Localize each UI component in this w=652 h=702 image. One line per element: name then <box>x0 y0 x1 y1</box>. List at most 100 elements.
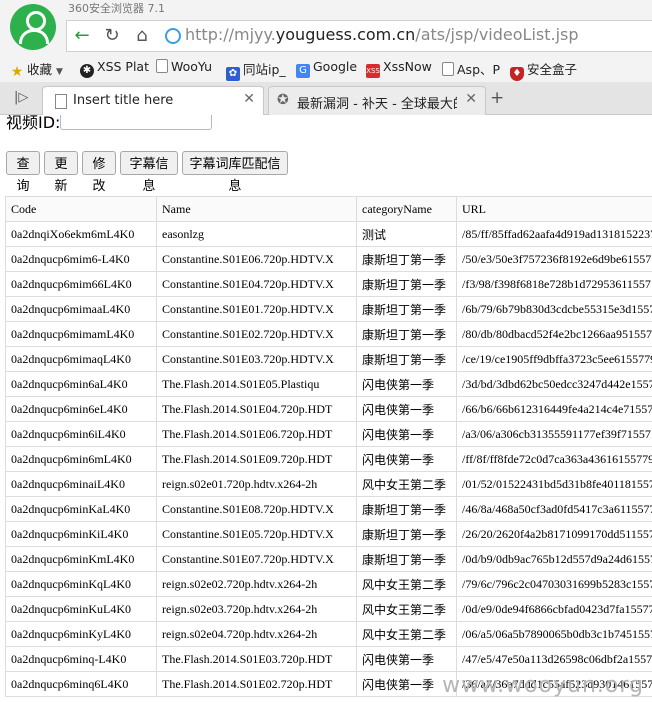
cell-category: 风中女王第二季 <box>356 571 457 597</box>
cell-name: Constantine.S01E04.720p.HDTV.X <box>156 271 357 297</box>
video-id-label: 视频ID: <box>6 115 61 132</box>
cell-name: The.Flash.2014.S01E04.720p.HDT <box>156 396 357 422</box>
table-row[interactable]: 0a2dnqucp6minKmL4K0 Constantine.S01E07.72… <box>5 546 652 572</box>
cell-url: /a3/06/a306cb31355591177ef39f71557 <box>456 421 652 447</box>
column-header-name: Name <box>156 196 357 222</box>
tab-butian[interactable]: ✪ 最新漏洞 - 补天 - 全球最大的漏 ✕ <box>268 86 486 115</box>
table-row[interactable]: 0a2dnqucp6mim66L4K0 Constantine.S01E04.72… <box>5 271 652 297</box>
watermark: www.wooyun.org <box>442 673 644 698</box>
sidebar-toggle-icon[interactable]: |▷ <box>14 90 28 105</box>
video-id-input[interactable] <box>60 115 212 130</box>
home-icon[interactable]: ⌂ <box>131 25 153 47</box>
cell-name: Constantine.S01E06.720p.HDTV.X <box>156 246 357 272</box>
cell-category: 康斯坦丁第一季 <box>356 321 457 347</box>
close-icon[interactable]: ✕ <box>465 91 477 107</box>
table-row[interactable]: 0a2dnqucp6mim6-L4K0 Constantine.S01E06.72… <box>5 246 652 272</box>
page-icon <box>156 59 168 73</box>
cell-code: 0a2dnqucp6mimamL4K0 <box>5 321 157 347</box>
cell-category: 闪电侠第一季 <box>356 396 457 422</box>
bookmark-google[interactable]: G Google <box>296 59 357 78</box>
table-row[interactable]: 0a2dnqucp6min6mL4K0 The.Flash.2014.S01E09… <box>5 446 652 472</box>
table-row[interactable]: 0a2dnqucp6minaiL4K0 reign.s02e01.720p.hdt… <box>5 471 652 497</box>
table-row[interactable]: 0a2dnqucp6minq-L4K0 The.Flash.2014.S01E03… <box>5 646 652 672</box>
cell-code: 0a2dnqucp6min6aL4K0 <box>5 371 157 397</box>
cell-url: /80/db/80dbacd52f4e2bc1266aa951557 <box>456 321 652 347</box>
user-avatar-icon[interactable] <box>10 4 56 50</box>
subtitle-info-button[interactable]: 字幕信息 <box>120 151 178 193</box>
cell-code: 0a2dnqucp6minKyL4K0 <box>5 621 157 647</box>
app-title: 360安全浏览器 7.1 <box>68 2 165 15</box>
cell-url: /46/8a/468a50cf3ad0fd5417c3a6115577 <box>456 496 652 522</box>
table-row[interactable]: 0a2dnqucp6mimaaL4K0 Constantine.S01E01.72… <box>5 296 652 322</box>
table-row[interactable]: 0a2dnqucp6min6iL4K0 The.Flash.2014.S01E06… <box>5 421 652 447</box>
video-table: Code Name categoryName URL 0a2dnqiXo6ekm… <box>5 196 652 697</box>
bookmark-asp[interactable]: Asp、P <box>442 59 500 78</box>
shield-icon: ♦ <box>510 67 524 81</box>
cell-url: /06/a5/06a5b7890065b0db3c1b7451557 <box>456 621 652 647</box>
close-icon[interactable]: ✕ <box>243 91 255 107</box>
table-row[interactable]: 0a2dnqucp6mimaqL4K0 Constantine.S01E03.72… <box>5 346 652 372</box>
cell-code: 0a2dnqucp6minaiL4K0 <box>5 471 157 497</box>
cell-url: /0d/b9/0db9ac765b12d557d9a24d61557 <box>456 546 652 572</box>
cell-url: /26/20/2620f4a2b8171099170dd511557 <box>456 521 652 547</box>
cell-code: 0a2dnqucp6minKiL4K0 <box>5 521 157 547</box>
tab-insert-title[interactable]: Insert title here ✕ <box>42 86 264 115</box>
cell-code: 0a2dnqiXo6ekm6mL4K0 <box>5 221 157 247</box>
paw-icon: ✿ <box>226 67 240 81</box>
back-arrow-icon[interactable]: ← <box>71 25 93 47</box>
xss-icon: XSS <box>366 64 380 78</box>
cell-code: 0a2dnqucp6min6eL4K0 <box>5 396 157 422</box>
url-input[interactable]: http://mjyy.youguess.com.cn/ats/jsp/vide… <box>185 25 579 44</box>
cell-category: 康斯坦丁第一季 <box>356 246 457 272</box>
cell-code: 0a2dnqucp6min6iL4K0 <box>5 421 157 447</box>
cell-category: 闪电侠第一季 <box>356 421 457 447</box>
table-row[interactable]: 0a2dnqucp6minKuL4K0 reign.s02e03.720p.hdt… <box>5 596 652 622</box>
bookmark-same-site-ip[interactable]: ✿ 同站ip_ <box>226 59 286 81</box>
bookmark-wooyu[interactable]: WooYu <box>156 59 212 74</box>
cell-code: 0a2dnqucp6minq6L4K0 <box>5 671 157 697</box>
cell-category: 康斯坦丁第一季 <box>356 546 457 572</box>
cell-code: 0a2dnqucp6minKqL4K0 <box>5 571 157 597</box>
cell-category: 测试 <box>356 221 457 247</box>
gear-icon: ✪ <box>277 92 289 108</box>
cell-code: 0a2dnqucp6mimaaL4K0 <box>5 296 157 322</box>
new-tab-button[interactable]: + <box>490 88 504 108</box>
cell-code: 0a2dnqucp6mim66L4K0 <box>5 271 157 297</box>
bookmarks-bar: ★ 收藏 ▼ ✱ XSS Plat WooYu ✿ 同站ip_ G Google XSS… <box>0 52 652 82</box>
table-row[interactable]: 0a2dnqucp6mimamL4K0 Constantine.S01E02.72… <box>5 321 652 347</box>
modify-button[interactable]: 修改 <box>82 151 116 193</box>
cell-name: The.Flash.2014.S01E02.720p.HDT <box>156 671 357 697</box>
table-row[interactable]: 0a2dnqucp6minKaL4K0 Constantine.S01E08.72… <box>5 496 652 522</box>
cell-category: 闪电侠第一季 <box>356 446 457 472</box>
bookmark-xss-plat[interactable]: ✱ XSS Plat <box>80 59 149 78</box>
cell-category: 康斯坦丁第一季 <box>356 496 457 522</box>
column-header-url: URL <box>456 196 652 222</box>
cell-code: 0a2dnqucp6minq-L4K0 <box>5 646 157 672</box>
table-row[interactable]: 0a2dnqucp6minKyL4K0 reign.s02e04.720p.hdt… <box>5 621 652 647</box>
update-button[interactable]: 更新 <box>44 151 78 193</box>
cell-name: reign.s02e02.720p.hdtv.x264-2h <box>156 571 357 597</box>
address-bar: ← ↻ ⌂ http://mjyy.youguess.com.cn/ats/js… <box>66 20 652 52</box>
cell-name: Constantine.S01E05.720p.HDTV.X <box>156 521 357 547</box>
bookmark-security-box[interactable]: ♦ 安全盒子 <box>510 59 577 81</box>
column-header-category: categoryName <box>356 196 457 222</box>
cell-name: easonlzg <box>156 221 357 247</box>
table-header-row: Code Name categoryName URL <box>5 196 652 222</box>
table-row[interactable]: 0a2dnqiXo6ekm6mL4K0 easonlzg 测试/85/ff/85ff… <box>5 221 652 247</box>
table-row[interactable]: 0a2dnqucp6minKqL4K0 reign.s02e02.720p.hdt… <box>5 571 652 597</box>
query-button[interactable]: 查询 <box>6 151 40 193</box>
bookmark-favorites[interactable]: ★ 收藏 ▼ <box>10 59 63 79</box>
table-row[interactable]: 0a2dnqucp6minKiL4K0 Constantine.S01E05.72… <box>5 521 652 547</box>
bookmark-xssnow[interactable]: XSS XssNow <box>366 59 432 78</box>
cell-url: /6b/79/6b79b830d3cdcbe55315e3d1557 <box>456 296 652 322</box>
xss-icon: ✱ <box>80 64 94 78</box>
table-row[interactable]: 0a2dnqucp6min6aL4K0 The.Flash.2014.S01E05… <box>5 371 652 397</box>
refresh-icon[interactable]: ↻ <box>101 25 123 47</box>
globe-icon <box>165 28 181 44</box>
page-content: 视频ID: 查询 更新 修改 字幕信息 字幕词库匹配信息 Code Name c… <box>0 115 652 702</box>
table-row[interactable]: 0a2dnqucp6min6eL4K0 The.Flash.2014.S01E04… <box>5 396 652 422</box>
subtitle-lexicon-match-button[interactable]: 字幕词库匹配信息 <box>182 151 288 193</box>
column-header-code: Code <box>5 196 157 222</box>
chevron-down-icon: ▼ <box>56 67 63 77</box>
cell-name: Constantine.S01E03.720p.HDTV.X <box>156 346 357 372</box>
